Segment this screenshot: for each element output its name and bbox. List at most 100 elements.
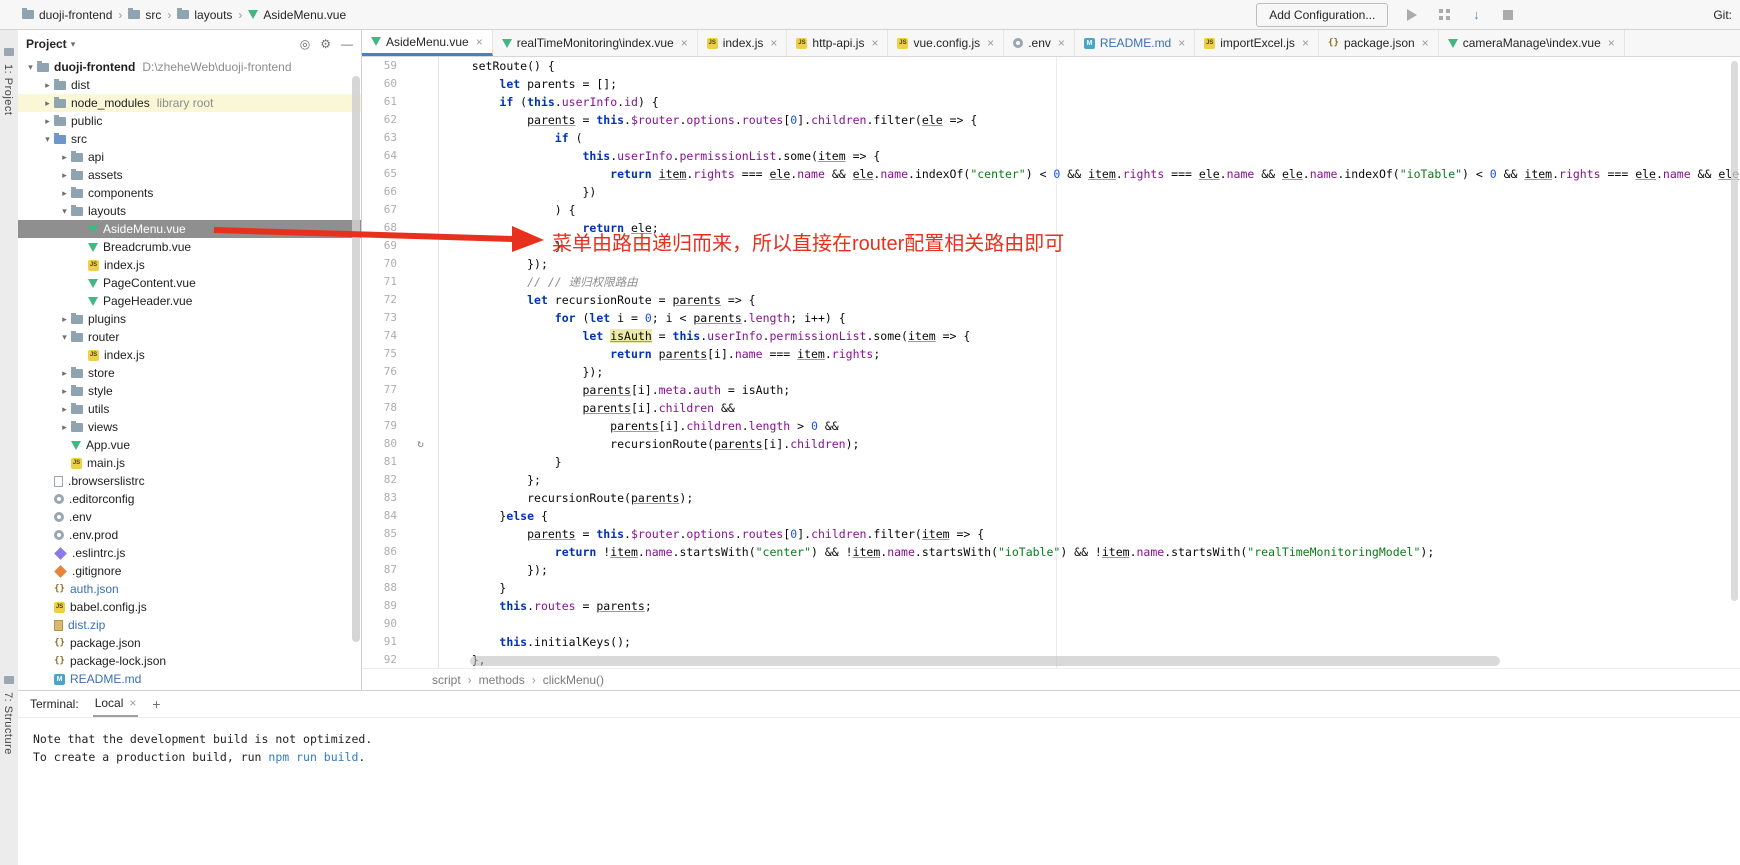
- tree-item-env[interactable]: .env: [18, 508, 361, 526]
- run-icon[interactable]: [1404, 7, 1420, 23]
- code-editor[interactable]: 59 setRoute() {60 let parents = [];61 if…: [362, 57, 1740, 669]
- tree-item-asidemenu-vue[interactable]: AsideMenu.vue: [18, 220, 361, 238]
- code-line[interactable]: 89 this.routes = parents;: [362, 597, 1740, 615]
- code-line[interactable]: 83 recursionRoute(parents);: [362, 489, 1740, 507]
- chevron-closed-icon[interactable]: ▸: [58, 188, 71, 199]
- tab-cameramanage-index-vue[interactable]: cameraManage\index.vue×: [1439, 30, 1625, 56]
- chevron-open-icon[interactable]: ▾: [58, 332, 71, 343]
- close-icon[interactable]: ×: [1608, 36, 1615, 50]
- tree-item-router[interactable]: ▾router: [18, 328, 361, 346]
- tree-item-duoji-frontend[interactable]: ▾duoji-frontendD:\zheheWeb\duoji-fronten…: [18, 58, 361, 76]
- code-line[interactable]: 67 ) {: [362, 201, 1740, 219]
- update-project-icon[interactable]: ↓: [1468, 7, 1484, 23]
- tree-item-package-json[interactable]: package.json: [18, 634, 361, 652]
- code-line[interactable]: 66 }): [362, 183, 1740, 201]
- close-icon[interactable]: ×: [1178, 36, 1185, 50]
- tree-item-eslintrc-js[interactable]: .eslintrc.js: [18, 544, 361, 562]
- tree-item-package-lock-json[interactable]: package-lock.json: [18, 652, 361, 670]
- chevron-closed-icon[interactable]: ▸: [58, 386, 71, 397]
- code-line[interactable]: 76 });: [362, 363, 1740, 381]
- tree-item-babel-config-js[interactable]: babel.config.js: [18, 598, 361, 616]
- chevron-closed-icon[interactable]: ▸: [58, 170, 71, 181]
- code-line[interactable]: 69 }: [362, 237, 1740, 255]
- close-icon[interactable]: ×: [871, 36, 878, 50]
- code-line[interactable]: 88 }: [362, 579, 1740, 597]
- tab-package-json[interactable]: package.json×: [1319, 30, 1439, 56]
- chevron-closed-icon[interactable]: ▸: [41, 116, 54, 127]
- tree-item-env-prod[interactable]: .env.prod: [18, 526, 361, 544]
- tab-readme-md[interactable]: README.md×: [1075, 30, 1195, 56]
- editor-breadcrumb-clickmenu[interactable]: clickMenu(): [543, 673, 604, 687]
- code-line[interactable]: 72 let recursionRoute = parents => {: [362, 291, 1740, 309]
- chevron-open-icon[interactable]: ▾: [41, 134, 54, 145]
- terminal-title[interactable]: Terminal:: [30, 697, 79, 711]
- code-line[interactable]: 85 parents = this.$router.options.routes…: [362, 525, 1740, 543]
- code-line[interactable]: 65 return item.rights === ele.name && el…: [362, 165, 1740, 183]
- chevron-open-icon[interactable]: ▾: [58, 206, 71, 217]
- settings-gear-icon[interactable]: ⚙: [320, 37, 331, 51]
- tree-item-api[interactable]: ▸api: [18, 148, 361, 166]
- code-line[interactable]: 63 if (: [362, 129, 1740, 147]
- tab-index-js[interactable]: index.js×: [698, 30, 788, 56]
- terminal-tab-local[interactable]: Local ×: [93, 691, 139, 717]
- code-line[interactable]: 82 };: [362, 471, 1740, 489]
- tree-item-pageheader-vue[interactable]: PageHeader.vue: [18, 292, 361, 310]
- tree-item-plugins[interactable]: ▸plugins: [18, 310, 361, 328]
- tree-item-editorconfig[interactable]: .editorconfig: [18, 490, 361, 508]
- chevron-closed-icon[interactable]: ▸: [58, 368, 71, 379]
- tree-item-index-js[interactable]: index.js: [18, 346, 361, 364]
- code-line[interactable]: 81 }: [362, 453, 1740, 471]
- hide-panel-icon[interactable]: —: [341, 37, 353, 51]
- tree-item-assets[interactable]: ▸assets: [18, 166, 361, 184]
- stop-icon[interactable]: [1500, 7, 1516, 23]
- tree-item-readme-md[interactable]: README.md: [18, 670, 361, 688]
- project-scrollbar[interactable]: [352, 76, 360, 642]
- breadcrumb-item-duoji-frontend[interactable]: duoji-frontend: [22, 8, 112, 22]
- code-line[interactable]: 74 let isAuth = this.userInfo.permission…: [362, 327, 1740, 345]
- chevron-closed-icon[interactable]: ▸: [41, 80, 54, 91]
- tree-item-style[interactable]: ▸style: [18, 382, 361, 400]
- chevron-closed-icon[interactable]: ▸: [58, 404, 71, 415]
- code-line[interactable]: 61 if (this.userInfo.id) {: [362, 93, 1740, 111]
- tree-item-dist[interactable]: ▸dist: [18, 76, 361, 94]
- vertical-scrollbar[interactable]: [1731, 61, 1738, 601]
- chevron-closed-icon[interactable]: ▸: [58, 314, 71, 325]
- git-branch-widget[interactable]: Git:: [1713, 8, 1732, 22]
- tree-item-views[interactable]: ▸views: [18, 418, 361, 436]
- code-line[interactable]: 64 this.userInfo.permissionList.some(ite…: [362, 147, 1740, 165]
- project-panel-title[interactable]: Project: [26, 37, 67, 51]
- close-icon[interactable]: ×: [1302, 36, 1309, 50]
- close-icon[interactable]: ×: [476, 35, 483, 49]
- tree-item-pagecontent-vue[interactable]: PageContent.vue: [18, 274, 361, 292]
- code-line[interactable]: 59 setRoute() {: [362, 57, 1740, 75]
- structure-tool-icon[interactable]: [4, 676, 14, 684]
- code-line[interactable]: 80↻ recursionRoute(parents[i].children);: [362, 435, 1740, 453]
- new-terminal-icon[interactable]: +: [152, 696, 160, 712]
- tool-button-structure[interactable]: 7: Structure: [2, 692, 14, 755]
- close-icon[interactable]: ×: [129, 696, 136, 710]
- code-line[interactable]: 71 // // 递归权限路由: [362, 273, 1740, 291]
- chevron-down-icon[interactable]: ▾: [71, 39, 76, 50]
- tool-button-project[interactable]: 1: Project: [2, 64, 14, 115]
- close-icon[interactable]: ×: [987, 36, 994, 50]
- tab-realtimemonitoring-index-vue[interactable]: realTimeMonitoring\index.vue×: [493, 30, 698, 56]
- tree-item-src[interactable]: ▾src: [18, 130, 361, 148]
- close-icon[interactable]: ×: [770, 36, 777, 50]
- code-line[interactable]: 70 });: [362, 255, 1740, 273]
- close-icon[interactable]: ×: [1058, 36, 1065, 50]
- code-line[interactable]: 77 parents[i].meta.auth = isAuth;: [362, 381, 1740, 399]
- tab-http-api-js[interactable]: http-api.js×: [787, 30, 888, 56]
- project-tool-icon[interactable]: [4, 48, 14, 56]
- code-line[interactable]: 62 parents = this.$router.options.routes…: [362, 111, 1740, 129]
- breadcrumb-item-asidemenu-vue[interactable]: AsideMenu.vue: [248, 8, 346, 22]
- tree-item-utils[interactable]: ▸utils: [18, 400, 361, 418]
- code-line[interactable]: 87 });: [362, 561, 1740, 579]
- tab-vue-config-js[interactable]: vue.config.js×: [888, 30, 1004, 56]
- chevron-closed-icon[interactable]: ▸: [41, 98, 54, 109]
- close-icon[interactable]: ×: [1422, 36, 1429, 50]
- code-line[interactable]: 75 return parents[i].name === item.right…: [362, 345, 1740, 363]
- code-line[interactable]: 84 }else {: [362, 507, 1740, 525]
- code-line[interactable]: 68 return ele;: [362, 219, 1740, 237]
- code-line[interactable]: 86 return !item.name.startsWith("center"…: [362, 543, 1740, 561]
- tab-env[interactable]: .env×: [1004, 30, 1075, 56]
